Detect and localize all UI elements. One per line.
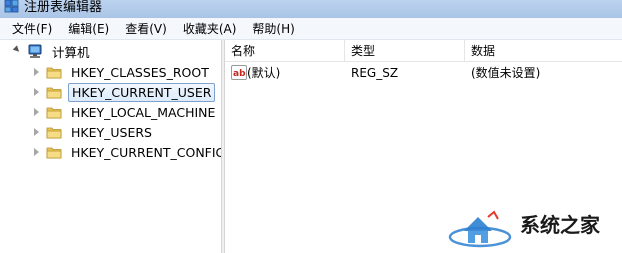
tree-node-hklm[interactable]: HKEY_LOCAL_MACHINE: [34, 102, 218, 122]
tree-node-label: 计算机: [52, 44, 90, 60]
tree-pane[interactable]: 计算机 HKEY_CLASSES_ROOT HKEY_CURRENT_USER: [0, 40, 221, 253]
title-bar: 注册表编辑器: [0, 0, 622, 18]
menu-favorites[interactable]: 收藏夹(A): [175, 19, 245, 39]
watermark-title: 系统之家: [520, 213, 600, 237]
value-name-cell: (默认): [247, 66, 281, 80]
folder-icon: [46, 147, 62, 159]
tree-node-label-selected: HKEY_CURRENT_USER: [68, 82, 216, 102]
house-logo-icon: [448, 210, 512, 248]
expanded-arrow-icon[interactable]: [12, 45, 22, 54]
window-title: 注册表编辑器: [24, 0, 103, 15]
collapsed-arrow-icon[interactable]: [34, 108, 39, 116]
tree-node-label: HKEY_CLASSES_ROOT: [71, 64, 209, 80]
column-header-type[interactable]: 类型: [345, 40, 465, 62]
tree-node-hkcr[interactable]: HKEY_CLASSES_ROOT: [34, 62, 212, 82]
tree-node-label: HKEY_CURRENT_CONFIG: [71, 144, 221, 160]
tree-node-computer[interactable]: 计算机: [12, 41, 93, 61]
folder-icon: [46, 87, 62, 99]
column-header-name[interactable]: 名称: [225, 40, 345, 62]
menu-edit[interactable]: 编辑(E): [60, 19, 117, 39]
menu-file[interactable]: 文件(F): [4, 19, 60, 39]
table-row[interactable]: ab (默认) REG_SZ (数值未设置): [225, 63, 622, 83]
tree-node-hkcu[interactable]: HKEY_CURRENT_USER: [34, 82, 216, 102]
string-value-icon: ab: [231, 65, 247, 80]
watermark: 系统之家: [448, 205, 622, 253]
computer-icon: [28, 44, 42, 58]
regedit-app-icon: [4, 0, 19, 13]
column-header-data[interactable]: 数据: [465, 40, 622, 62]
tree-node-label: HKEY_USERS: [71, 124, 152, 140]
menu-view[interactable]: 查看(V): [117, 19, 175, 39]
folder-icon: [46, 127, 62, 139]
folder-icon: [46, 67, 62, 79]
collapsed-arrow-icon[interactable]: [34, 128, 39, 136]
value-data-cell: (数值未设置): [471, 66, 541, 80]
tree-node-hkcc[interactable]: HKEY_CURRENT_CONFIG: [34, 142, 221, 162]
svg-text:ab: ab: [233, 69, 246, 79]
collapsed-arrow-icon[interactable]: [34, 68, 39, 76]
collapsed-arrow-icon[interactable]: [34, 148, 39, 156]
column-header-row: 名称 类型 数据: [225, 40, 622, 62]
menu-bar: 文件(F) 编辑(E) 查看(V) 收藏夹(A) 帮助(H): [0, 18, 622, 40]
value-type-cell: REG_SZ: [351, 66, 399, 80]
tree-node-hku[interactable]: HKEY_USERS: [34, 122, 155, 142]
folder-icon: [46, 107, 62, 119]
collapsed-arrow-icon[interactable]: [34, 88, 39, 96]
menu-help[interactable]: 帮助(H): [244, 19, 302, 39]
tree-node-label: HKEY_LOCAL_MACHINE: [71, 104, 216, 120]
